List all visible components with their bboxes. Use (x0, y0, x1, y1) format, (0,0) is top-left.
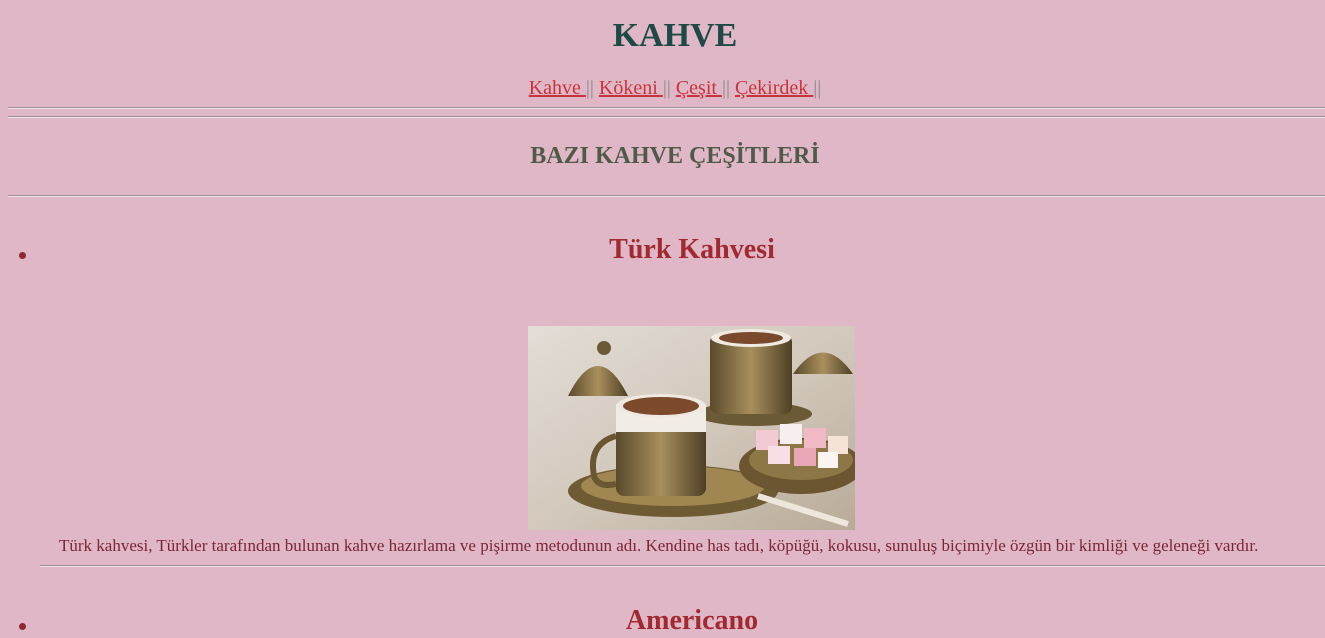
divider (40, 565, 1325, 567)
divider (8, 116, 1325, 118)
list-bullet (19, 252, 26, 259)
section-title: BAZI KAHVE ÇEŞİTLERİ (530, 143, 820, 169)
page: KAHVE Kahve || Kökeni || Çeşit || Çekird… (0, 0, 1325, 638)
coffee-name-americano: Americano (625, 605, 759, 636)
nav-bar: Kahve || Kökeni || Çeşit || Çekirdek || (0, 77, 1325, 100)
page-title: KAHVE (612, 17, 738, 54)
divider (8, 195, 1325, 197)
list-bullet (19, 623, 26, 630)
divider (8, 107, 1325, 109)
turkish-coffee-image (528, 326, 855, 530)
nav-separator: || (721, 77, 730, 99)
coffee-description: Türk kahvesi, Türkler tarafından bulunan… (59, 536, 1259, 555)
coffee-name-turk-kahvesi: Türk Kahvesi (609, 234, 775, 265)
nav-separator: || (813, 77, 822, 99)
nav-link-kokeni[interactable]: Kökeni (599, 77, 663, 99)
nav-link-kahve[interactable]: Kahve (529, 77, 586, 99)
nav-separator: || (585, 77, 594, 99)
nav-separator: || (662, 77, 671, 99)
nav-link-cesit[interactable]: Çeşit (676, 77, 722, 99)
nav-link-cekirdek[interactable]: Çekirdek (735, 77, 813, 99)
